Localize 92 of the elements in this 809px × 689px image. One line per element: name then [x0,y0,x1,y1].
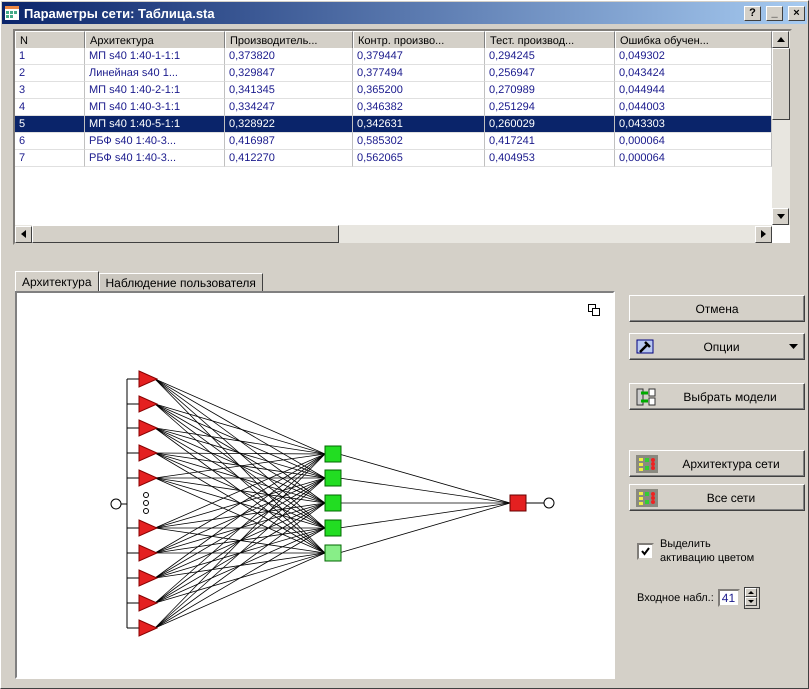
tab[interactable]: Архитектура [15,271,99,291]
input-neuron [138,569,158,587]
dropdown-caret-icon [789,344,798,349]
table-cell: 0,251294 [485,99,615,116]
table-cell: РБФ s40 1:40-3... [85,150,225,167]
scroll-up-button[interactable] [772,31,789,48]
action-button[interactable]: Выбрать модели [629,383,805,410]
spin-up-button[interactable] [744,588,757,597]
input-neuron [138,519,158,537]
table-cell: 0,379447 [353,48,485,65]
table-cell: 3 [15,82,85,99]
title-bar-button[interactable]: ? [744,6,761,20]
title-bar-button[interactable]: _ [766,6,783,20]
input-neuron [138,395,158,413]
checkbox-label: Выделить активацию цветом [660,537,756,565]
output-terminal [544,498,554,508]
table-cell: 0,377494 [353,65,485,82]
action-button[interactable]: Опции [629,333,805,360]
scroll-left-button[interactable] [15,226,32,242]
table-cell: 4 [15,99,85,116]
input-terminal [110,498,122,510]
table-cell: 0,043424 [615,65,772,82]
right-arrow-icon [761,230,766,238]
table-cell: 0,000064 [615,150,772,167]
checkbox[interactable] [637,543,654,560]
table-cell: 0,043303 [615,116,772,133]
down-arrow-icon [776,214,784,219]
input-neuron [138,594,158,612]
spin-down-button[interactable] [744,597,757,606]
input-neuron [138,544,158,562]
table-cell: 0,000064 [615,133,772,150]
network-icon [636,488,658,506]
table-cell: 0,412270 [225,150,353,167]
table-icon [4,5,20,21]
table-cell: 0,260029 [485,116,615,133]
table-cell: МП s40 1:40-5-1:1 [85,116,225,133]
spinner-label: Входное набл.: [637,592,714,604]
table-cell: 0,044003 [615,99,772,116]
table-cell: 0,342631 [353,116,485,133]
table-cell: 0,346382 [353,99,485,116]
scroll-right-button[interactable] [755,226,772,242]
model-select-icon [636,388,656,406]
table-cell: РБФ s40 1:40-3... [85,133,225,150]
left-arrow-icon [21,230,26,238]
ellipsis-dots [143,492,149,514]
table-cell: МП s40 1:40-2-1:1 [85,82,225,99]
table-cell: 0,294245 [485,48,615,65]
hammer-icon [636,338,654,354]
table-cell: 7 [15,150,85,167]
table-cell: 0,404953 [485,150,615,167]
table-cell: МП s40 1:40-1-1:1 [85,48,225,65]
table-cell: Линейная s40 1... [85,65,225,82]
table-cell: МП s40 1:40-3-1:1 [85,99,225,116]
scroll-down-button[interactable] [772,208,789,225]
table-cell: 0,562065 [353,150,485,167]
checkmark-icon [641,547,650,556]
down-arrow-icon [748,600,754,603]
table-cell: 0,416987 [225,133,353,150]
table-cell: 0,373820 [225,48,353,65]
up-arrow-icon [776,37,784,42]
table-cell: 0,270989 [485,82,615,99]
table-cell: 0,044944 [615,82,772,99]
output-neuron [510,494,526,512]
action-button[interactable]: Все сети [629,484,805,511]
title-bar-button[interactable]: × [788,6,805,20]
action-button[interactable]: Отмена [629,295,805,322]
action-button[interactable]: Архитектура сети [629,450,805,477]
table-cell: 6 [15,133,85,150]
input-neuron [138,619,158,637]
table-cell: 0,365200 [353,82,485,99]
scroll-thumb[interactable] [772,48,790,120]
table-cell: 0,585302 [353,133,485,150]
tab[interactable]: Наблюдение пользователя [98,273,263,291]
table-cell: 0,049302 [615,48,772,65]
table-cell: 0,417241 [485,133,615,150]
up-arrow-icon [748,591,754,594]
input-neuron [138,444,158,462]
input-neuron [138,419,158,437]
observation-field[interactable]: 41 [718,589,740,607]
table-cell: 5 [15,116,85,133]
table-cell: 0,256947 [485,65,615,82]
table-cell: 2 [15,65,85,82]
input-neuron [138,370,158,388]
network-icon [636,454,658,472]
scroll-thumb[interactable] [32,225,339,243]
input-neuron [138,469,158,487]
table-cell: 0,328922 [225,116,353,133]
table-cell: 0,334247 [225,99,353,116]
table-cell: 0,341345 [225,82,353,99]
window-title: Параметры сети: Таблица.sta [24,6,216,20]
table-cell: 0,329847 [225,65,353,82]
table-cell: 1 [15,48,85,65]
